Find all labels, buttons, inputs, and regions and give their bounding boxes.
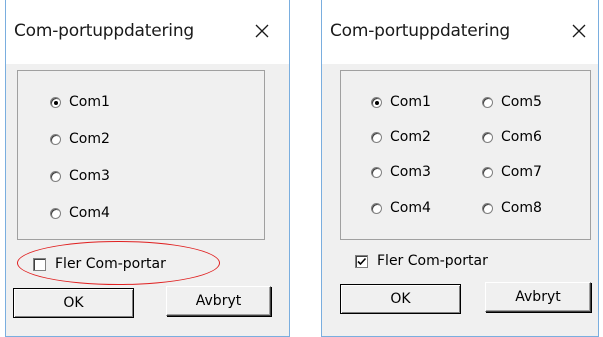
radio-indicator: [482, 202, 493, 214]
checkbox-box: [355, 254, 368, 268]
radio-com6[interactable]: Com6: [482, 129, 542, 145]
close-button[interactable]: [564, 16, 594, 46]
checkmark-icon: [357, 257, 367, 265]
close-button[interactable]: [247, 16, 277, 46]
more-ports-checkbox[interactable]: Fler Com-portar: [355, 253, 488, 269]
radio-com4[interactable]: Com4: [50, 205, 110, 221]
highlight-ring: [17, 241, 220, 285]
radio-com1[interactable]: Com1: [371, 94, 431, 110]
title-bar: Com-portuppdatering: [6, 0, 289, 64]
ok-button-label: OK: [63, 295, 84, 311]
title-bar: Com-portuppdatering: [322, 0, 598, 64]
radio-label: Com4: [390, 200, 431, 216]
com-port-dialog-basic: Com-portuppdatering Com1 Com2 Com3 Com4 …: [5, 0, 290, 337]
radio-com5[interactable]: Com5: [482, 94, 542, 110]
dialog-title: Com-portuppdatering: [330, 21, 510, 41]
radio-indicator: [482, 166, 493, 178]
cancel-button-label: Avbryt: [515, 289, 561, 305]
radio-indicator: [50, 207, 61, 219]
cancel-button[interactable]: Avbryt: [166, 286, 271, 316]
radio-label: Com2: [69, 131, 110, 147]
radio-com7[interactable]: Com7: [482, 164, 542, 180]
radio-label: Com1: [69, 94, 110, 110]
radio-label: Com7: [501, 164, 542, 180]
radio-label: Com6: [501, 129, 542, 145]
radio-indicator: [50, 133, 61, 145]
ok-button-label: OK: [390, 291, 411, 307]
radio-indicator: [371, 131, 382, 143]
com-port-dialog-expanded: Com-portuppdatering Com1 Com2 Com3 Com4 …: [321, 0, 599, 337]
radio-indicator: [50, 170, 61, 182]
ok-button[interactable]: OK: [13, 288, 134, 318]
radio-indicator: [371, 202, 382, 214]
cancel-button-label: Avbryt: [195, 293, 242, 309]
radio-label: Com8: [501, 200, 542, 216]
radio-label: Com3: [390, 164, 431, 180]
radio-com4[interactable]: Com4: [371, 200, 431, 216]
radio-com1[interactable]: Com1: [50, 94, 110, 110]
radio-com8[interactable]: Com8: [482, 200, 542, 216]
radio-com2[interactable]: Com2: [371, 129, 431, 145]
radio-indicator: [371, 166, 382, 178]
radio-com2[interactable]: Com2: [50, 131, 110, 147]
cancel-button[interactable]: Avbryt: [485, 282, 591, 312]
radio-indicator: [50, 96, 61, 108]
checkbox-label: Fler Com-portar: [377, 253, 488, 269]
radio-com3[interactable]: Com3: [371, 164, 431, 180]
radio-indicator: [482, 131, 493, 143]
close-icon: [572, 24, 586, 38]
radio-indicator: [482, 96, 493, 108]
close-icon: [255, 24, 269, 38]
radio-indicator: [371, 96, 382, 108]
radio-label: Com3: [69, 168, 110, 184]
ok-button[interactable]: OK: [340, 284, 461, 314]
radio-com3[interactable]: Com3: [50, 168, 110, 184]
radio-label: Com1: [390, 94, 431, 110]
radio-label: Com4: [69, 205, 110, 221]
dialog-title: Com-portuppdatering: [14, 21, 194, 41]
radio-label: Com2: [390, 129, 431, 145]
radio-label: Com5: [501, 94, 542, 110]
